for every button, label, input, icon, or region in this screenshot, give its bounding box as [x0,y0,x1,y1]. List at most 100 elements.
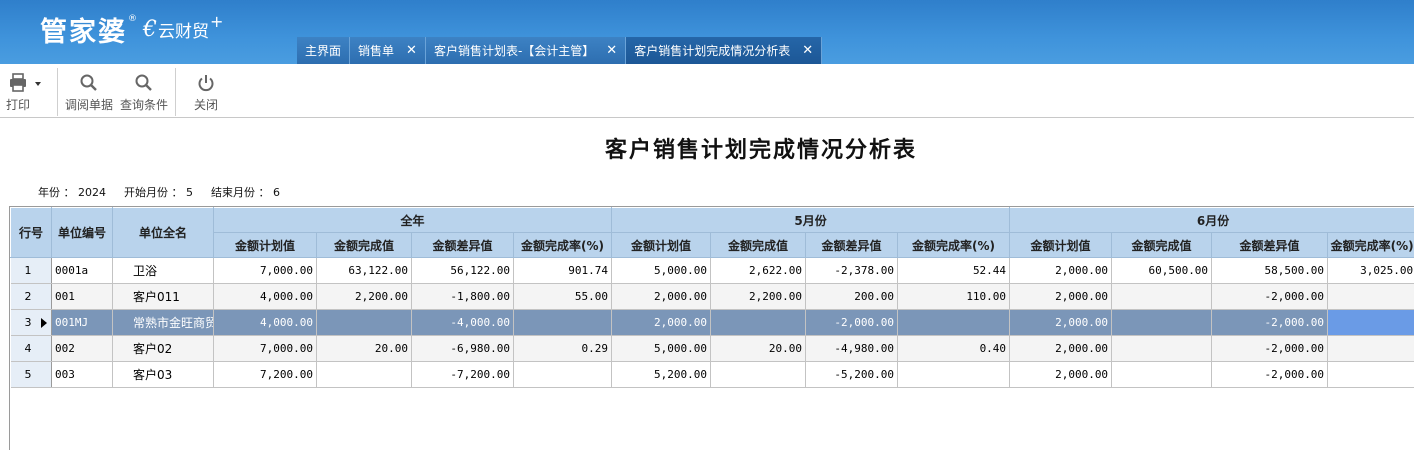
tab-main[interactable]: 主界面 [297,37,351,64]
data-grid[interactable]: 行号 单位编号 单位全名 全年 5月份 6月份 金额计划值 金额完成值 金额差异值金… [9,206,1414,450]
row-number-cell[interactable]: 2 [10,283,52,310]
value-cell[interactable]: 2,000.00 [1009,283,1113,310]
unit-code-cell[interactable]: 002 [51,335,113,362]
value-cell[interactable]: 2,622.00 [710,257,807,284]
unit-name-cell[interactable]: 卫浴 [112,257,214,284]
table-row[interactable]: 4 002 客户02 7,000.00 20.00 -6,980.00 0.29 5,000.… [10,335,1414,362]
value-cell[interactable] [897,309,1011,336]
value-cell[interactable]: -6,980.00 [411,335,514,362]
value-cell[interactable]: -2,000.00 [1211,361,1329,388]
value-cell[interactable] [1111,283,1213,310]
value-cell[interactable]: 4,000.00 [213,309,317,336]
value-cell[interactable] [316,309,412,336]
value-cell[interactable] [1327,361,1414,388]
value-cell[interactable]: -7,200.00 [411,361,514,388]
value-cell[interactable]: 20.00 [316,335,412,362]
value-cell[interactable]: 7,000.00 [213,257,317,284]
value-cell[interactable]: -2,000.00 [1211,283,1329,310]
value-cell[interactable] [1111,309,1213,336]
column-header[interactable]: 金额完成率(%) [1327,232,1414,258]
header-row-number[interactable]: 行号 [10,207,52,258]
value-cell[interactable]: 901.74 [513,257,613,284]
value-cell[interactable] [1111,335,1213,362]
value-cell[interactable] [710,361,807,388]
unit-name-cell[interactable]: 客户03 [112,361,214,388]
value-cell[interactable] [1327,335,1414,362]
tab-plan-analysis[interactable]: 客户销售计划完成情况分析表 ✕ [626,37,823,64]
value-cell[interactable]: 2,000.00 [611,309,712,336]
value-cell[interactable]: 2,200.00 [710,283,807,310]
value-cell[interactable]: 2,200.00 [316,283,412,310]
value-cell[interactable]: 55.00 [513,283,613,310]
tab-customer-sales-plan[interactable]: 客户销售计划表-【会计主管】 ✕ [425,37,627,64]
unit-code-cell[interactable]: 001 [51,283,113,310]
value-cell[interactable] [513,309,613,336]
table-row[interactable]: 5 003 客户03 7,200.00 -7,200.00 5,200.00 -5,200.… [10,361,1414,388]
unit-name-cell[interactable]: 客户02 [112,335,214,362]
value-cell[interactable] [1111,361,1213,388]
column-header[interactable]: 金额差异值 [1211,232,1329,258]
table-row[interactable]: 3 001MJ 常熟市金旺商贸 4,000.00 -4,000.00 2,000.00 -2… [10,309,1414,336]
close-icon[interactable]: ✕ [606,43,617,58]
value-cell[interactable]: 3,025.00 [1327,257,1414,284]
table-row[interactable]: 1 0001a 卫浴 7,000.00 63,122.00 56,122.00 901.74… [10,257,1414,284]
column-header[interactable]: 金额完成率(%) [512,232,613,258]
value-cell[interactable] [897,361,1011,388]
close-icon[interactable]: ✕ [406,43,417,58]
value-cell[interactable]: 110.00 [897,283,1011,310]
row-number-cell[interactable]: 3 [10,309,52,336]
value-cell[interactable]: 2,000.00 [1009,335,1113,362]
value-cell[interactable]: 2,000.00 [1009,257,1113,284]
row-number-cell[interactable]: 5 [10,361,52,388]
value-cell[interactable]: 52.44 [897,257,1011,284]
value-cell[interactable]: 2,000.00 [1009,309,1113,336]
value-cell[interactable]: 4,000.00 [213,283,317,310]
table-row[interactable]: 2 001 客户011 4,000.00 2,200.00 -1,800.00 55.00 2… [10,283,1414,310]
value-cell[interactable] [513,361,613,388]
value-cell[interactable]: -2,000.00 [1211,309,1329,336]
value-cell[interactable]: -2,000.00 [805,309,899,336]
tab-sales-order[interactable]: 销售单 ✕ [350,37,426,64]
view-document-button[interactable]: 调阅单据 [65,70,113,116]
unit-code-cell[interactable]: 0001a [51,257,113,284]
value-cell[interactable]: 63,122.00 [316,257,412,284]
header-unit-code[interactable]: 单位编号 [51,207,113,258]
column-header[interactable]: 金额完成率(%) [897,232,1011,258]
value-cell[interactable]: 0.40 [897,335,1011,362]
column-header[interactable]: 金额差异值 [411,232,514,258]
unit-name-cell[interactable]: 常熟市金旺商贸 [112,309,214,336]
column-header[interactable]: 金额完成值 [316,232,412,258]
value-cell[interactable]: -2,378.00 [805,257,899,284]
value-cell[interactable]: -5,200.00 [805,361,899,388]
column-header[interactable]: 金额完成值 [1111,232,1213,258]
unit-name-cell[interactable]: 客户011 [112,283,214,310]
close-icon[interactable]: ✕ [802,43,813,58]
value-cell[interactable]: 60,500.00 [1111,257,1213,284]
column-header[interactable]: 金额差异值 [805,232,899,258]
value-cell[interactable]: 20.00 [710,335,807,362]
value-cell[interactable]: 5,000.00 [611,335,712,362]
value-cell[interactable]: 200.00 [805,283,899,310]
value-cell[interactable]: 56,122.00 [411,257,514,284]
column-header[interactable]: 金额完成值 [710,232,807,258]
close-button[interactable]: 关闭 [194,70,218,116]
row-number-cell[interactable]: 1 [10,257,52,284]
value-cell[interactable] [316,361,412,388]
value-cell[interactable]: 0.29 [513,335,613,362]
value-cell[interactable] [1327,309,1414,336]
column-header[interactable]: 金额计划值 [1009,232,1113,258]
row-number-cell[interactable]: 4 [10,335,52,362]
unit-code-cell[interactable]: 001MJ [51,309,113,336]
value-cell[interactable]: -4,980.00 [805,335,899,362]
value-cell[interactable]: 7,200.00 [213,361,317,388]
query-conditions-button[interactable]: 查询条件 [120,70,168,116]
print-button[interactable]: 打印 [6,70,41,116]
value-cell[interactable] [1327,283,1414,310]
value-cell[interactable]: -4,000.00 [411,309,514,336]
header-unit-name[interactable]: 单位全名 [112,207,214,258]
value-cell[interactable]: -1,800.00 [411,283,514,310]
column-header[interactable]: 金额计划值 [213,232,317,258]
value-cell[interactable]: 2,000.00 [611,283,712,310]
unit-code-cell[interactable]: 003 [51,361,113,388]
value-cell[interactable]: 7,000.00 [213,335,317,362]
